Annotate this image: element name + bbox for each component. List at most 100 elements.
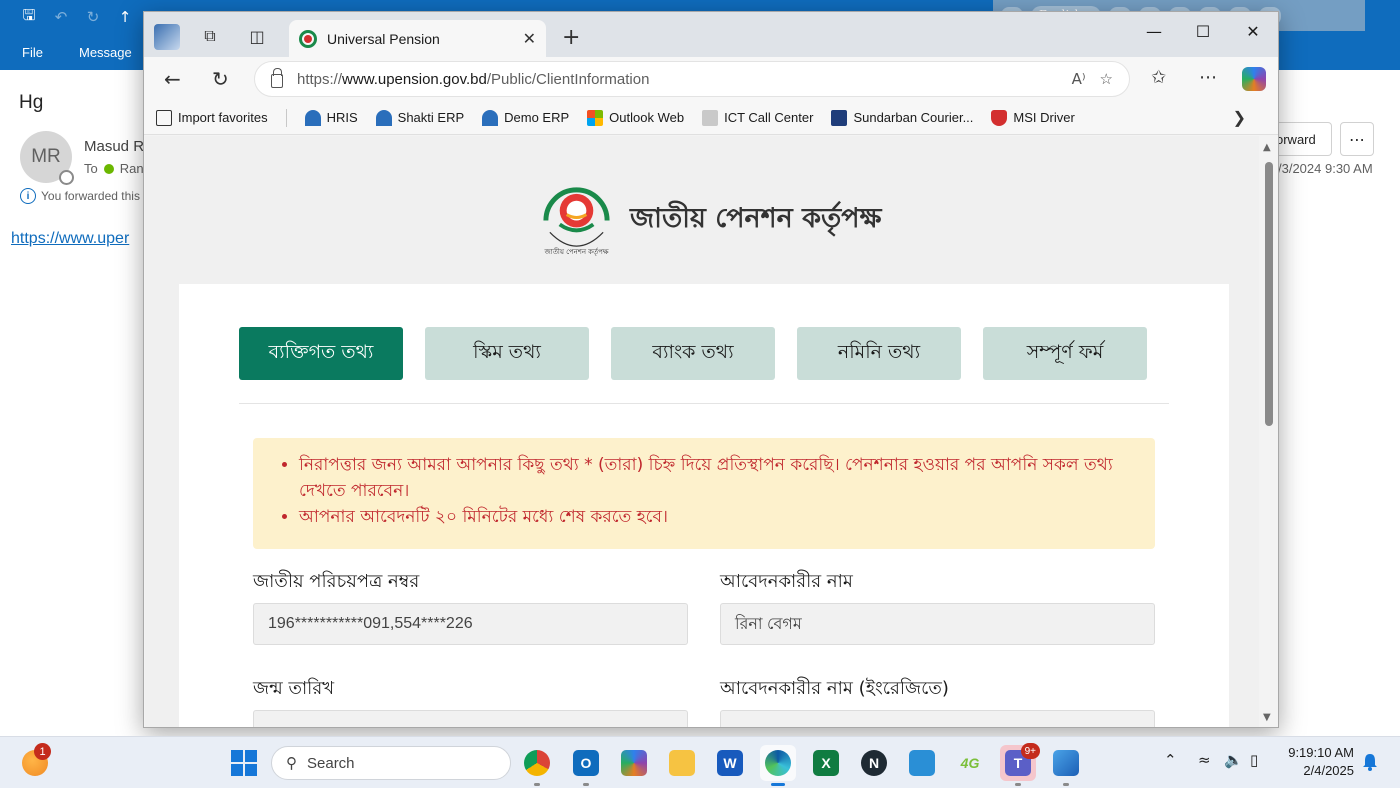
system-clock[interactable]: 9:19:10 AM 2/4/2025 [1278, 744, 1354, 780]
chevron-right-icon[interactable]: ❯ [1233, 108, 1246, 128]
favorite-shakti-erp[interactable]: Shakti ERP [375, 109, 464, 126]
new-tab-button[interactable]: + [562, 25, 580, 50]
page-scrollbar[interactable]: ▲ ▼ [1259, 136, 1278, 727]
recipient-name[interactable]: Ran [120, 161, 144, 176]
tab-complete-form[interactable]: সম্পূর্ণ ফর্ম [983, 327, 1147, 380]
n-app[interactable]: N [856, 745, 892, 781]
windows-start-icon[interactable] [231, 750, 257, 776]
4g-app[interactable]: 4G [952, 745, 988, 781]
recipient-line: To Ran [84, 161, 144, 176]
applicant-name-en-field[interactable] [720, 710, 1155, 727]
logo-caption: জাতীয় পেনশন কর্তৃপক্ষ [544, 247, 609, 256]
browser-window: ⧉ ◫ Universal Pension ✕ + — ☐ ✕ ← ↻ http… [143, 11, 1279, 728]
excel-app[interactable]: X [808, 745, 844, 781]
chrome-icon [524, 750, 550, 776]
applicant-name-label: আবেদনকারীর নাম [720, 571, 853, 592]
volume-icon[interactable]: 🔈 [1224, 751, 1243, 769]
favorite-label: ICT Call Center [724, 110, 814, 125]
taskbar-search[interactable]: ⚲ Search [271, 746, 511, 780]
favorite-ict-call-center[interactable]: ICT Call Center [702, 109, 814, 126]
favorites-icon[interactable]: ✩ [1151, 67, 1166, 88]
copilot-app[interactable] [616, 745, 652, 781]
sender-name[interactable]: Masud R [84, 138, 144, 155]
upload-icon[interactable]: ↑ [116, 8, 134, 26]
tab-personal-info[interactable]: ব্যক্তিগত তথ্য [239, 327, 403, 380]
favorite-label: Sundarban Courier... [853, 110, 974, 125]
url-text[interactable]: https://www.upension.gov.bd/Public/Clien… [297, 71, 1058, 88]
close-tab-icon[interactable]: ✕ [523, 29, 536, 48]
favorite-sundarban-courier[interactable]: Sundarban Courier... [831, 109, 974, 126]
show-hidden-icons[interactable]: ⌃ [1164, 751, 1177, 769]
refresh-icon[interactable]: ↻ [212, 67, 229, 91]
divider [239, 403, 1169, 404]
tab-strip: ⧉ ◫ Universal Pension ✕ + — ☐ ✕ [144, 12, 1278, 57]
outlook-app[interactable]: O [568, 745, 604, 786]
import-icon [156, 109, 172, 126]
ribbon-tab-file[interactable]: File [22, 45, 43, 60]
running-indicator [1015, 783, 1021, 786]
battery-icon[interactable]: ▯ [1250, 751, 1258, 769]
message-link[interactable]: https://www.uper [11, 230, 129, 248]
favorite-hris[interactable]: HRIS [304, 109, 358, 126]
scroll-up-icon[interactable]: ▲ [1263, 142, 1271, 153]
favorite-outlook-web[interactable]: Outlook Web [587, 109, 685, 126]
favorite-import[interactable]: Import favorites [156, 109, 268, 126]
scroll-down-icon[interactable]: ▼ [1263, 712, 1271, 723]
chrome-app[interactable] [519, 745, 555, 786]
widget-badge: 1 [34, 743, 51, 760]
minimize-icon[interactable]: — [1142, 22, 1166, 41]
wifi-icon[interactable]: ≈ [1198, 751, 1211, 769]
scrollbar-thumb[interactable] [1265, 162, 1273, 426]
form-card: ব্যক্তিগত তথ্য স্কিম তথ্য ব্যাংক তথ্য নম… [179, 284, 1229, 727]
favorite-msi-driver[interactable]: MSI Driver [991, 109, 1075, 126]
demo-erp-icon [482, 109, 499, 126]
photos-icon [1053, 750, 1079, 776]
more-actions-button[interactable]: ⋯ [1340, 122, 1374, 156]
word-icon: W [717, 750, 743, 776]
back-icon[interactable]: ← [164, 67, 181, 91]
read-aloud-icon[interactable]: A⁾ [1072, 70, 1086, 88]
copilot-icon [621, 750, 647, 776]
maximize-icon[interactable]: ☐ [1191, 22, 1215, 41]
profile-avatar[interactable] [154, 24, 180, 50]
close-window-icon[interactable]: ✕ [1241, 22, 1265, 41]
ribbon-tab-message[interactable]: Message [79, 45, 132, 60]
word-app[interactable]: W [712, 745, 748, 781]
dob-field[interactable] [253, 710, 688, 727]
avatar-initials: MR [31, 146, 61, 167]
remote-desktop-app[interactable] [904, 745, 940, 781]
redo-icon[interactable]: ↻ [84, 8, 102, 26]
save-icon[interactable]: 🖫 [20, 6, 38, 26]
copilot-icon[interactable] [1242, 67, 1266, 91]
notification-bell-icon[interactable] [1362, 753, 1378, 771]
favorite-demo-erp[interactable]: Demo ERP [482, 109, 569, 126]
address-bar[interactable]: https://www.upension.gov.bd/Public/Clien… [254, 61, 1130, 97]
hris-icon [304, 109, 321, 126]
avatar[interactable]: MR [20, 131, 74, 185]
security-alert: নিরাপত্তার জন্য আমরা আপনার কিছু তথ্য * (… [253, 438, 1155, 549]
settings-more-icon[interactable]: ⋯ [1199, 67, 1217, 88]
lock-icon[interactable] [271, 68, 283, 88]
file-explorer-app[interactable] [664, 745, 700, 781]
undo-icon[interactable]: ↶ [52, 8, 70, 26]
upension-favicon [299, 29, 317, 48]
edge-app[interactable] [760, 745, 796, 786]
favorite-label: Outlook Web [609, 110, 685, 125]
page-viewport: জাতীয় পেনশন কর্তৃপক্ষ জাতীয় পেনশন কর্ত… [145, 136, 1259, 727]
tab-bank-info[interactable]: ব্যাংক তথ্য [611, 327, 775, 380]
pension-authority-logo: জাতীয় পেনশন কর্তৃপক্ষ [543, 187, 610, 256]
teams-app[interactable]: T 9+ [1000, 743, 1040, 786]
favorite-star-icon[interactable]: ☆ [1100, 70, 1113, 88]
applicant-name-field[interactable]: রিনা বেগম [720, 603, 1155, 645]
photos-app[interactable] [1048, 745, 1084, 786]
alert-item: নিরাপত্তার জন্য আমরা আপনার কিছু তথ্য * (… [299, 452, 1133, 504]
vertical-tabs-icon[interactable]: ◫ [247, 26, 267, 46]
tab-scheme-info[interactable]: স্কিম তথ্য [425, 327, 589, 380]
browser-tab[interactable]: Universal Pension ✕ [289, 20, 546, 57]
nid-field[interactable]: 196***********091,554****226 [253, 603, 688, 645]
tab-nominee-info[interactable]: নমিনি তথ্য [797, 327, 961, 380]
outlook-icon: O [573, 750, 599, 776]
taskbar: 1 ⚲ Search O W X N 4G T 9+ ⌃ ≈ 🔈 ▯ 9:19:1… [0, 736, 1400, 788]
workspaces-icon[interactable]: ⧉ [200, 26, 220, 46]
quick-access-toolbar: 🖫 ↶ ↻ ↑ [20, 6, 134, 27]
